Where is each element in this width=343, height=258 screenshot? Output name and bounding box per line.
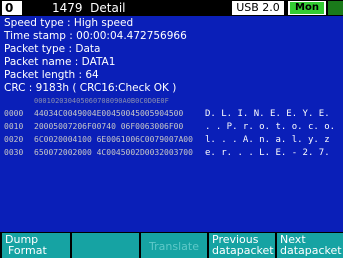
previous-datapacket-button[interactable]: Previous datapacket — [209, 233, 275, 258]
next-datapacket-button[interactable]: Next datapacket — [277, 233, 343, 258]
softkey-label: datapacket — [212, 244, 274, 257]
hex-row: 0030 650072002000 4C0045002D0032003700 e… — [0, 148, 343, 160]
timestamp-field: Time stamp : 00:00:04.472756966 — [4, 30, 187, 42]
row-hex: 650072002000 4C0045002D0032003700 — [34, 148, 193, 157]
hex-row: 0000 44034C0049004E00450045005904500 D. … — [0, 109, 343, 121]
monitor-label: Mon — [290, 2, 324, 14]
row-ascii: D. L. I. N. E. E. Y. E. — [205, 109, 330, 119]
packet-name-field: Packet name : DATA1 — [4, 56, 116, 68]
softkey-2-button[interactable] — [72, 233, 139, 258]
monitor-status-badge: Mon — [288, 1, 326, 15]
row-ascii: e. r. . . L. E. - 2. 7. — [205, 148, 330, 158]
row-ascii: l. . . A. n. a. l. y. z — [205, 135, 330, 145]
title-bar: 0 1479 Detail USB 2.0 Mon — [0, 0, 343, 16]
row-hex: 44034C0049004E00450045005904500 — [34, 109, 184, 118]
row-hex: 6C0020004100 6E0061006C0079007A00 — [34, 135, 193, 144]
hex-column-header: 000102030405060708090A0B0C0D0E0F — [34, 97, 169, 105]
softkey-label: datapacket — [280, 244, 342, 257]
row-ascii: . . P. r. o. t. o. c. o. — [205, 122, 336, 132]
packet-index-badge: 0 — [2, 1, 22, 15]
translate-button[interactable]: Translate — [141, 233, 207, 258]
speed-type-field: Speed type : High speed — [4, 17, 134, 29]
softkey-label: Format — [8, 244, 47, 257]
hex-row: 0010 20005007206F00740 06F0063006F00 . .… — [0, 122, 343, 134]
dump-format-button[interactable]: Dump Format — [2, 233, 70, 258]
usb-version-badge: USB 2.0 — [232, 1, 284, 15]
row-offset: 0020 — [4, 135, 24, 144]
packet-length-field: Packet length : 64 — [4, 69, 99, 81]
crc-field: CRC : 9183h ( CRC16:Check OK ) — [4, 82, 177, 94]
row-hex: 20005007206F00740 06F0063006F00 — [34, 122, 184, 131]
packet-type-field: Packet type : Data — [4, 43, 101, 55]
detail-panel: Speed type : High speed Time stamp : 00:… — [0, 16, 343, 232]
row-offset: 0030 — [4, 148, 24, 157]
hex-row: 0020 6C0020004100 6E0061006C0079007A00 l… — [0, 135, 343, 147]
status-indicator — [328, 1, 343, 15]
row-offset: 0000 — [4, 109, 24, 118]
row-offset: 0010 — [4, 122, 24, 131]
window-title: 1479 Detail — [52, 1, 126, 15]
softkey-bar: Dump Format Translate Previous datapacke… — [0, 233, 343, 258]
